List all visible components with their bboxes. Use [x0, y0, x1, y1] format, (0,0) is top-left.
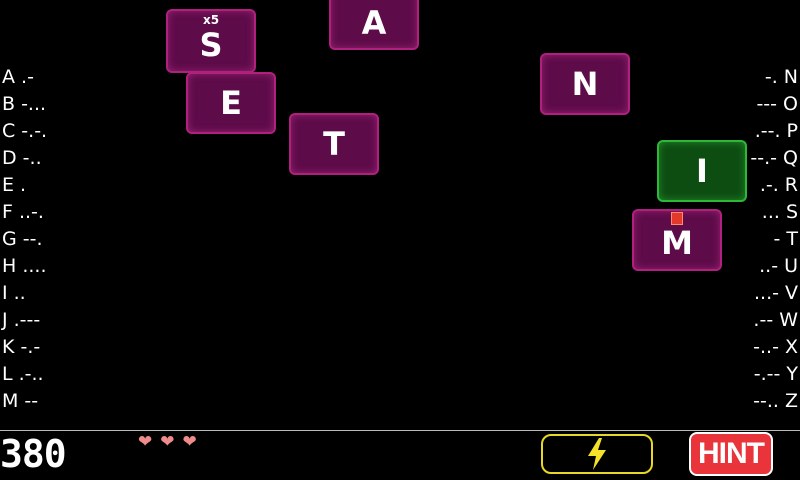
morse-chart-left: A .- B -... C -.-. D -.. E . F ..-. G --…	[2, 64, 47, 415]
tile-letter: N	[571, 65, 599, 103]
morse-row: --.- Q	[750, 147, 798, 169]
morse-row: ...- V	[753, 282, 798, 304]
letter-tile-t[interactable]: T	[289, 113, 379, 175]
morse-row: D -..	[2, 147, 42, 169]
heart-icon: ❤	[160, 432, 175, 452]
tile-letter: S	[199, 26, 223, 64]
tile-letter: M	[661, 224, 693, 262]
morse-row: L .-..	[2, 363, 44, 385]
morse-row: ... S	[761, 201, 798, 223]
morse-row: E .	[2, 174, 27, 196]
morse-row: ..- U	[759, 255, 798, 277]
morse-row: I ..	[2, 282, 26, 304]
morse-row: - T	[773, 228, 798, 250]
multiplier-badge: x5	[202, 13, 220, 27]
tile-letter: A	[361, 4, 387, 42]
heart-icon: ❤	[138, 432, 153, 452]
morse-row: J .---	[2, 309, 41, 331]
lightning-bolt-icon	[588, 438, 606, 470]
morse-chart-right: -. N --- O .--. P --.- Q .-. R ... S - T…	[750, 64, 798, 415]
tile-letter: I	[696, 152, 708, 190]
heart-icon: ❤	[182, 432, 197, 452]
score-display: 380	[0, 432, 67, 476]
morse-row: -.-- Y	[753, 363, 798, 385]
morse-row: G --.	[2, 228, 43, 250]
tile-letter: E	[220, 84, 242, 122]
power-up-button[interactable]	[541, 434, 653, 474]
tile-letter: T	[323, 125, 345, 163]
hud-divider	[0, 430, 800, 431]
morse-row: --.. Z	[753, 390, 798, 412]
morse-row: H ....	[2, 255, 47, 277]
target-marker	[671, 212, 683, 225]
letter-tile-n[interactable]: N	[540, 53, 630, 115]
morse-row: .-. R	[759, 174, 798, 196]
morse-row: -. N	[764, 66, 798, 88]
morse-row: A .-	[2, 66, 34, 88]
letter-tile-s[interactable]: x5 S	[166, 9, 256, 73]
morse-row: --- O	[756, 93, 798, 115]
morse-row: B -...	[2, 93, 47, 115]
morse-row: K -.-	[2, 336, 41, 358]
morse-row: .--. P	[754, 120, 798, 142]
letter-tile-e[interactable]: E	[186, 72, 276, 134]
hint-button[interactable]: HINT	[689, 432, 773, 476]
morse-row: -..- X	[753, 336, 798, 358]
morse-row: M --	[2, 390, 39, 412]
morse-row: .-- W	[753, 309, 798, 331]
lives-indicator: ❤ ❤ ❤	[138, 432, 197, 452]
morse-row: F ..-.	[2, 201, 44, 223]
morse-row: C -.-.	[2, 120, 48, 142]
letter-tile-i-selected[interactable]: I	[657, 140, 747, 202]
letter-tile-a[interactable]: A	[329, 0, 419, 50]
